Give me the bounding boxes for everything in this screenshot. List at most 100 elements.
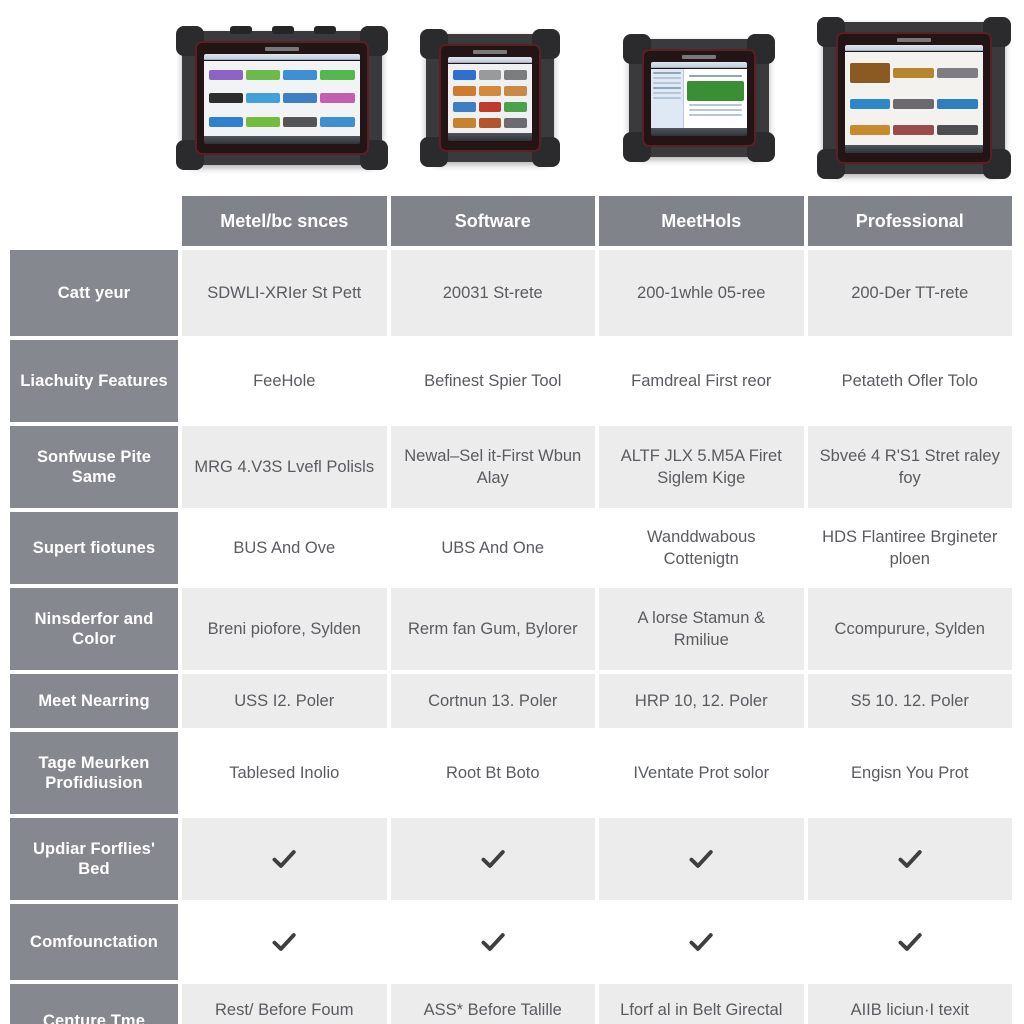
app-icon — [849, 98, 891, 109]
table-row: Liachuity Features FeeHole Befinest Spie… — [10, 340, 1012, 422]
app-icon — [893, 98, 934, 109]
row-label: Catt yeur — [10, 250, 178, 336]
row-label: Tage Meurken Profidiusion — [10, 732, 178, 814]
screen-taskbar — [448, 133, 532, 141]
device-strip-spacer — [0, 0, 178, 196]
table-row: Supert fiotunes BUS And Ove UBS And One … — [10, 512, 1012, 584]
app-icon — [478, 85, 502, 96]
app-icon — [849, 124, 891, 135]
text-line — [688, 114, 742, 117]
check-icon — [272, 933, 296, 951]
app-icon — [245, 70, 280, 81]
check-icon — [898, 850, 922, 868]
device-photo-cell-1 — [175, 0, 388, 196]
table-cell: 20031 St-rete — [390, 250, 595, 336]
table-cell: Sbveé 4 R'S1 Stret raley foy — [807, 426, 1012, 508]
app-icon — [283, 93, 318, 104]
table-cell: Wanddwabous Cottenigtn — [599, 512, 804, 584]
check-icon — [481, 850, 505, 868]
device-bezel — [835, 32, 992, 164]
grip-icon — [271, 26, 294, 34]
app-icon — [893, 124, 934, 135]
device-bezel — [439, 44, 541, 152]
app-icon — [936, 67, 978, 78]
row-label: Centure Tme — [10, 984, 178, 1024]
table-cell: Rerm fan Gum, Bylorer — [390, 588, 595, 670]
table-cell — [390, 818, 595, 900]
app-icon — [504, 117, 527, 128]
table-cell: A lorse Stamun & Rmiliue — [599, 588, 804, 670]
grip-icon — [313, 26, 336, 34]
text-line — [688, 109, 742, 112]
brand-logo-icon — [682, 54, 716, 59]
text-line — [653, 97, 681, 99]
row-label: Comfounctation — [10, 904, 178, 980]
table-cell — [182, 818, 387, 900]
app-icon — [320, 70, 355, 81]
screen-app-grid — [844, 52, 983, 145]
app-icon — [208, 70, 243, 81]
table-cell: Befinest Spier Tool — [390, 340, 595, 422]
table-cell — [182, 904, 387, 980]
device-photo-cell-4 — [803, 0, 1024, 196]
screen-app-grid — [448, 64, 532, 133]
app-icon — [453, 117, 476, 128]
text-line — [653, 87, 681, 89]
app-icon — [320, 116, 355, 127]
device-screen — [203, 54, 360, 144]
table-cell — [390, 904, 595, 980]
check-icon — [481, 933, 505, 951]
row-label: Liachuity Features — [10, 340, 178, 422]
app-icon — [893, 67, 934, 78]
table-cell: Engisn You Prot — [807, 732, 1012, 814]
table-row: Ninsderfor and Color Breni piofore, Syld… — [10, 588, 1012, 670]
device-screen — [651, 62, 747, 136]
table-row: Catt yeur SDWLI-XRIer St Pett 20031 St-r… — [10, 250, 1012, 336]
table-cell — [807, 818, 1012, 900]
table-cell: Ccompurure, Sylden — [807, 588, 1012, 670]
app-icon — [208, 116, 243, 127]
check-icon — [272, 850, 296, 868]
text-line — [653, 77, 681, 79]
screen-titlebar — [203, 54, 360, 60]
device-photo-1 — [175, 26, 388, 170]
app-icon — [478, 69, 502, 80]
screen-titlebar — [651, 62, 747, 68]
table-row: Updiar Forflies' Bed — [10, 818, 1012, 900]
check-icon — [689, 933, 713, 951]
table-cell — [807, 904, 1012, 980]
table-cell: 200-1whle 05-ree — [599, 250, 804, 336]
table-cell: MRG 4.V3S Lvefl Polisls — [182, 426, 387, 508]
device-bezel — [642, 49, 756, 147]
app-icon — [849, 62, 891, 83]
table-corner-cell — [10, 196, 178, 246]
device-brandbar — [838, 34, 990, 45]
table-row: Meet Nearring USS I2. Poler Cortnun 13. … — [10, 674, 1012, 728]
table-cell: UBS And One — [390, 512, 595, 584]
check-icon — [689, 850, 713, 868]
row-label: Supert fiotunes — [10, 512, 178, 584]
table-cell: Root Bt Boto — [390, 732, 595, 814]
screen-titlebar — [844, 45, 983, 51]
table-cell: Lforf al in Belt Girectal Pete Acalione — [599, 984, 804, 1024]
check-icon — [898, 933, 922, 951]
text-line — [653, 92, 681, 94]
table-row: Sonfwuse Pite Same MRG 4.V3S Lvefl Polis… — [10, 426, 1012, 508]
table-cell: ASS* Before Talille Finulanee — [390, 984, 595, 1024]
browser-view — [651, 69, 747, 128]
table-cell: SDWLI-XRIer St Pett — [182, 250, 387, 336]
table-cell: Rest/ Before Foum Caamins — [182, 984, 387, 1024]
app-icon — [504, 85, 527, 96]
column-header-4: Professional — [807, 196, 1012, 246]
row-label: Meet Nearring — [10, 674, 178, 728]
row-label: Sonfwuse Pite Same — [10, 426, 178, 508]
screen-browser — [651, 69, 747, 128]
screen-taskbar — [651, 128, 747, 136]
table-cell: ALTF JLX 5.M5A Firet Siglem Kige — [599, 426, 804, 508]
app-icon — [245, 116, 280, 127]
app-icon — [283, 116, 318, 127]
row-label: Ninsderfor and Color — [10, 588, 178, 670]
brand-logo-icon — [264, 46, 299, 51]
device-screen — [844, 45, 983, 153]
table-row: Centure Tme Rest/ Before Foum Caamins AS… — [10, 984, 1012, 1024]
